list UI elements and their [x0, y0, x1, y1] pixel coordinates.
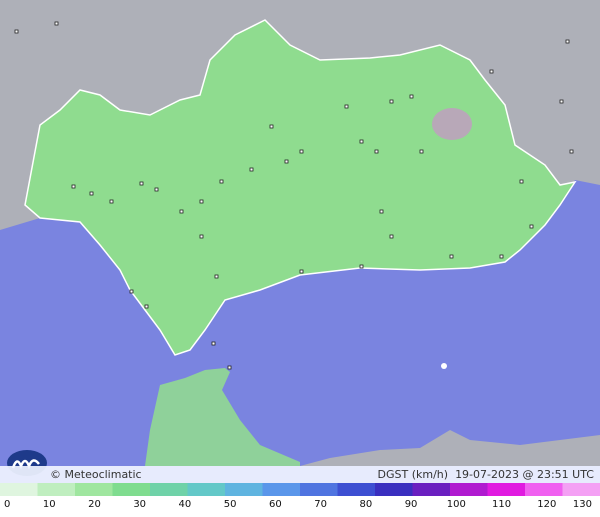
legend-ticks: 0 10 20 30 40 50 60 70 80 90 100 110 120 130: [0, 496, 600, 517]
legend-tick-label: 30: [133, 499, 147, 510]
legend-tick-label: 130: [572, 499, 592, 510]
map-meta: DGST (km/h) 19-07-2023 @ 23:51 UTC: [378, 468, 594, 481]
legend-tick-label: 100: [446, 499, 466, 510]
legend-swatch: [225, 483, 263, 496]
legend-swatch: [112, 483, 151, 496]
timestamp: 19-07-2023 @ 23:51 UTC: [455, 468, 594, 481]
legend-tick-label: 70: [314, 499, 327, 510]
alboran-island: [441, 363, 447, 369]
legend-tick-label: 10: [42, 499, 56, 510]
legend-color-scale: [0, 483, 600, 496]
legend-tick-label: 90: [404, 499, 418, 510]
legend-swatch: [337, 483, 376, 496]
high-gust-spot: [432, 108, 472, 140]
legend-swatch: [262, 483, 301, 496]
wind-gust-map: [0, 0, 600, 517]
legend-tick-label: 20: [88, 499, 101, 510]
legend-swatch: [75, 483, 113, 496]
legend-swatch: [187, 483, 226, 496]
legend-tick-label: 60: [269, 499, 282, 510]
legend-swatch: [487, 483, 526, 496]
legend-swatch: [0, 483, 38, 496]
legend-tick-label: 50: [223, 499, 237, 510]
variable-label: DGST (km/h): [377, 468, 449, 481]
credit-text: © Meteoclimatic: [50, 468, 142, 481]
legend-swatch: [450, 483, 488, 496]
legend-swatch: [300, 483, 338, 496]
legend-swatch: [412, 483, 451, 496]
legend-tick-label: 120: [537, 499, 557, 510]
legend-swatch: [375, 483, 413, 496]
legend-tick-label: 0: [4, 499, 11, 510]
legend-tick-label: 80: [359, 499, 373, 510]
legend-swatch: [150, 483, 188, 496]
legend-swatch: [562, 483, 600, 496]
legend-swatch: [525, 483, 563, 496]
legend-swatch: [37, 483, 76, 496]
legend-tick-label: 110: [491, 499, 512, 510]
legend-tick-label: 40: [178, 499, 192, 510]
